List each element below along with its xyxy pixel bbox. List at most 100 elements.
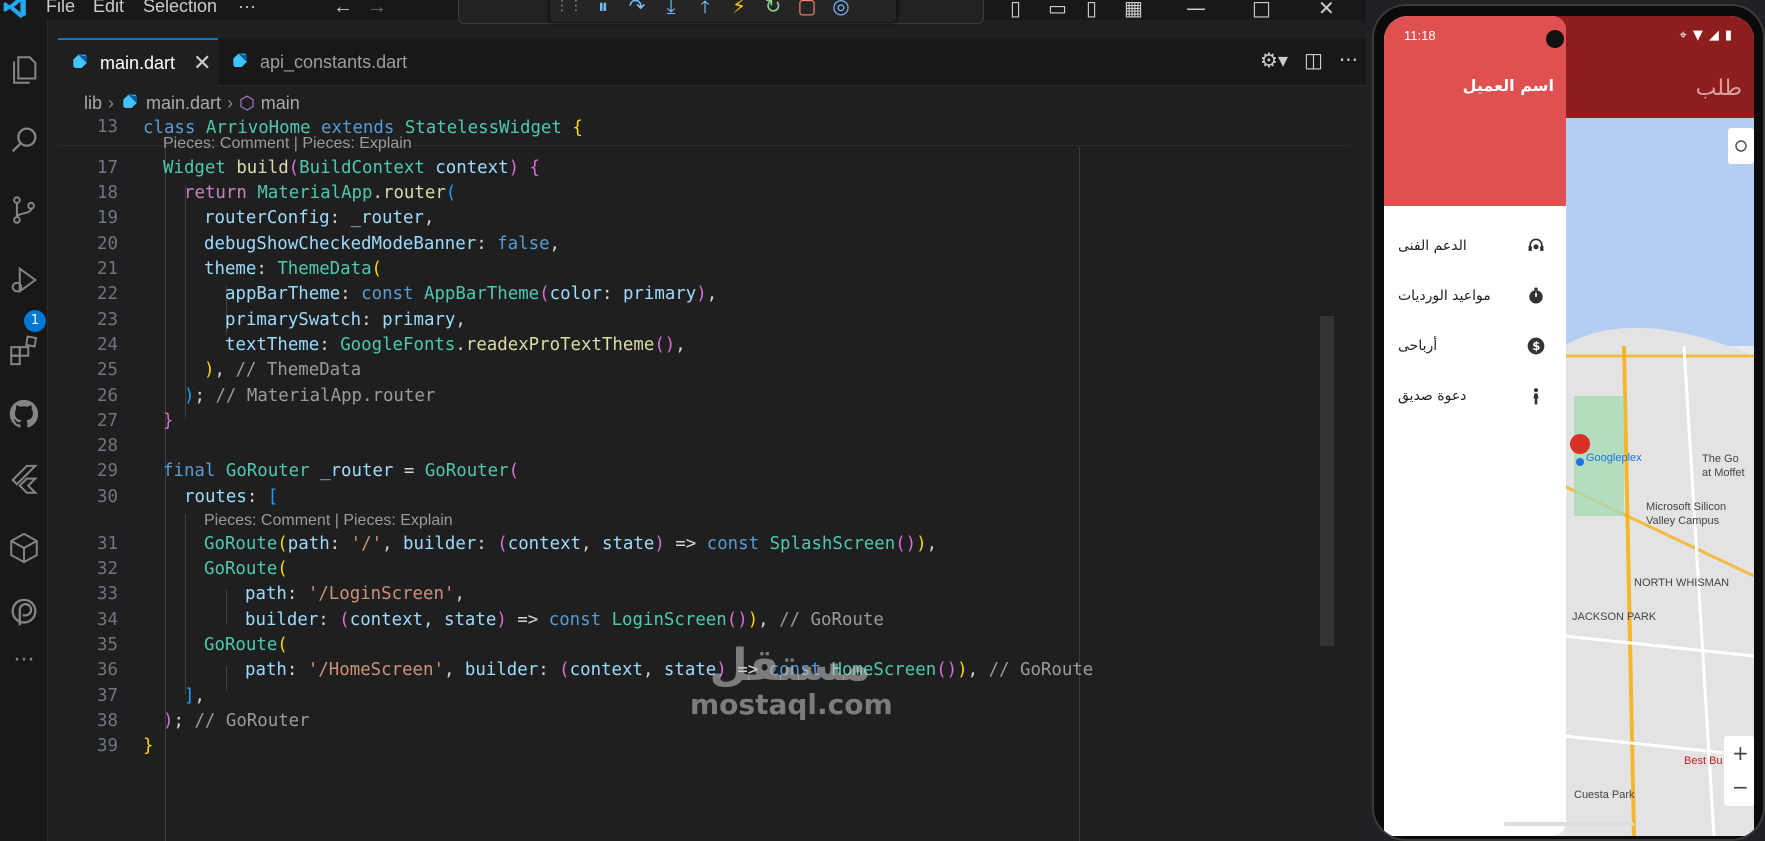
line-number: 31 <box>97 534 118 554</box>
more-views-icon[interactable]: ··· <box>4 640 44 680</box>
pieces-icon[interactable] <box>4 594 44 634</box>
step-over-icon[interactable]: ↷ <box>622 0 652 20</box>
search-icon[interactable] <box>4 120 44 160</box>
code-line: primarySwatch: primary, <box>225 310 466 330</box>
step-into-icon[interactable]: ⤓ <box>656 0 686 20</box>
line-number: 25 <box>97 360 118 380</box>
package-icon[interactable] <box>4 528 44 568</box>
debug-badge: 1 <box>24 310 46 332</box>
layout-secondary-icon[interactable]: ▯ <box>1086 0 1097 20</box>
code-line: theme: ThemeData( <box>204 259 383 279</box>
breadcrumb-file[interactable]: main.dart <box>146 93 221 114</box>
vscode-window: File Edit Selection ··· ← → ⋮⋮ ⏸ ↷ ⤓ ⤒ ⚡… <box>0 0 1366 841</box>
editor-actions: ⚙▾ ◫ ··· <box>1260 48 1358 72</box>
code-line: } <box>163 411 174 431</box>
explorer-icon[interactable] <box>4 50 44 90</box>
code-line: path: '/HomeScreen', builder: (context, … <box>245 660 1094 680</box>
code-line: textTheme: GoogleFonts.readexProTextThem… <box>225 335 686 355</box>
code-editor[interactable]: 13 class ArrivoHome extends StatelessWid… <box>58 118 1348 841</box>
drawer-item-earnings[interactable]: أرباحى $ <box>1384 326 1566 366</box>
svg-text:Microsoft Silicon: Microsoft Silicon <box>1646 501 1726 513</box>
hot-reload-icon[interactable]: ⚡ <box>724 0 754 20</box>
drawer-item-label: الدعم الفنى <box>1398 238 1467 254</box>
step-out-icon[interactable]: ⤒ <box>690 0 720 20</box>
menu-selection[interactable]: Selection <box>143 0 217 17</box>
line-number: 35 <box>97 635 118 655</box>
flutter-icon[interactable] <box>4 460 44 500</box>
column-ruler <box>1079 146 1080 841</box>
tab-main-dart[interactable]: main.dart ✕ <box>58 38 218 86</box>
activity-bar: 1 ··· <box>0 20 48 841</box>
dart-file-icon <box>73 54 87 68</box>
maximize-icon[interactable]: □ <box>1252 0 1271 20</box>
codelens-pieces[interactable]: Pieces: Comment | Pieces: Explain <box>204 512 453 530</box>
menu-more[interactable]: ··· <box>238 0 256 17</box>
code-line: ); // MaterialApp.router <box>184 386 436 406</box>
indent-guide <box>185 514 186 694</box>
line-number: 26 <box>97 386 118 406</box>
dart-file-icon <box>233 53 247 67</box>
svg-text:Googleplex: Googleplex <box>1586 452 1642 464</box>
breadcrumb-symbol[interactable]: main <box>261 93 300 114</box>
line-number: 17 <box>97 158 118 178</box>
forward-arrow-icon[interactable]: → <box>367 0 387 19</box>
drawer-item-support[interactable]: الدعم الفنى <box>1384 226 1566 266</box>
svg-text:$: $ <box>1532 339 1540 353</box>
status-bar: 11:18 ⌖ ▼ ◢ ▮ <box>1384 16 1754 48</box>
stop-icon[interactable]: ▢ <box>792 0 822 20</box>
menu-edit[interactable]: Edit <box>93 0 124 17</box>
code-line: ], <box>184 686 205 706</box>
restart-icon[interactable]: ↻ <box>758 0 788 20</box>
tab-api-constants[interactable]: api_constants.dart <box>218 38 430 86</box>
dollar-circle-icon: $ <box>1527 337 1545 355</box>
vscode-logo-icon <box>3 0 26 18</box>
drawer-item-shifts[interactable]: مواعيد الورديات <box>1384 276 1566 316</box>
layout-panel-icon[interactable]: ▭ <box>1048 0 1067 20</box>
line-number: 34 <box>97 610 118 630</box>
customize-layout-icon[interactable]: ▦ <box>1124 0 1143 20</box>
run-debug-dropdown-icon[interactable]: ⚙▾ <box>1260 48 1288 72</box>
line-number: 29 <box>97 461 118 481</box>
layout-sidebar-icon[interactable]: ▯ <box>1010 0 1021 20</box>
line-number: 39 <box>97 736 118 756</box>
drawer-header: اسم العميل <box>1384 16 1566 206</box>
line-number: 20 <box>97 234 118 254</box>
line-number: 38 <box>97 711 118 731</box>
source-control-icon[interactable] <box>4 190 44 230</box>
indent-guide <box>165 146 166 841</box>
wifi-icon: ▼ <box>1692 28 1703 43</box>
scrollbar-thumb[interactable] <box>1320 316 1334 646</box>
support-agent-icon <box>1528 238 1544 251</box>
gesture-nav-bar[interactable] <box>1504 822 1634 826</box>
editor-scrollbar[interactable] <box>1320 146 1334 841</box>
split-editor-icon[interactable]: ◫ <box>1304 48 1323 72</box>
svg-text:at Moffet: at Moffet <box>1702 467 1745 479</box>
minimize-icon[interactable]: — <box>1186 0 1206 20</box>
extensions-icon[interactable] <box>4 330 44 370</box>
close-window-icon[interactable]: ✕ <box>1318 0 1335 20</box>
indent-guide <box>226 666 227 691</box>
pause-icon[interactable]: ⏸ <box>588 0 618 20</box>
line-number: 23 <box>97 310 118 330</box>
line-number: 28 <box>97 436 118 456</box>
dart-file-icon <box>123 94 137 108</box>
drawer-item-invite[interactable]: دعوة صديق <box>1384 376 1566 416</box>
line-number: 24 <box>97 335 118 355</box>
drawer-item-label: أرباحى <box>1398 338 1438 354</box>
back-arrow-icon[interactable]: ← <box>333 0 353 19</box>
svg-text:JACKSON PARK: JACKSON PARK <box>1572 611 1657 623</box>
menu-file[interactable]: File <box>46 0 75 17</box>
codelens-pieces[interactable]: Pieces: Comment | Pieces: Explain <box>163 135 412 153</box>
tab-label: api_constants.dart <box>260 51 408 72</box>
title-bar: File Edit Selection ··· ← → ⋮⋮ ⏸ ↷ ⤓ ⤒ ⚡… <box>0 0 1366 24</box>
svg-text:The Go: The Go <box>1702 453 1739 465</box>
run-debug-icon[interactable] <box>4 260 44 300</box>
drag-handle-icon[interactable]: ⋮⋮ <box>554 0 584 20</box>
more-actions-icon[interactable]: ··· <box>1339 48 1358 72</box>
svg-text:Valley Campus: Valley Campus <box>1646 515 1720 527</box>
close-tab-icon[interactable]: ✕ <box>193 50 211 76</box>
line-number: 18 <box>97 183 118 203</box>
github-icon[interactable] <box>4 394 44 434</box>
watermark-latin: mostaql.com <box>690 688 893 721</box>
devtools-icon[interactable]: ◎ <box>826 0 856 20</box>
